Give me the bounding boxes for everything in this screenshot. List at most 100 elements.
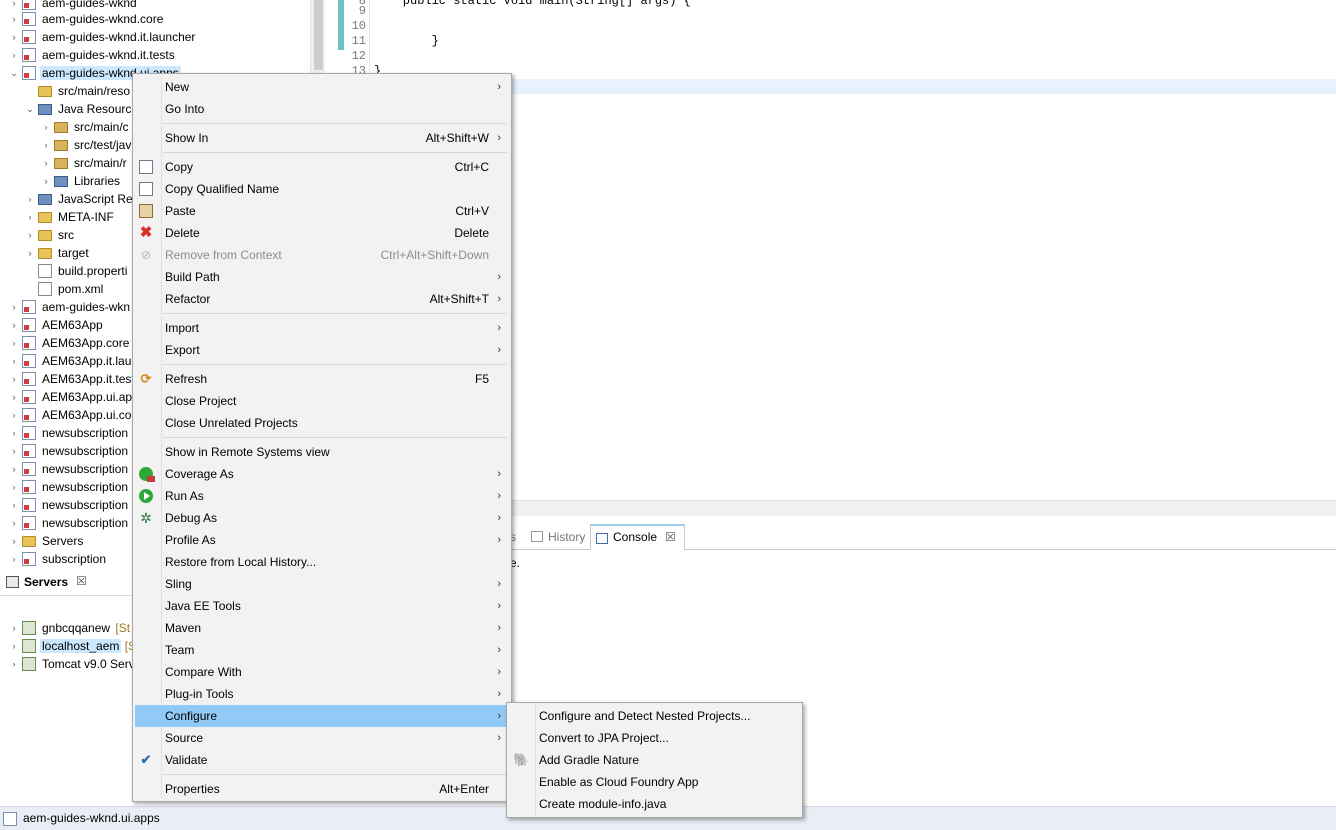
chevron-icon[interactable]: › [8,424,20,442]
tree-item[interactable]: › newsubscription [8,460,130,478]
tree-item[interactable]: › JavaScript Res [24,190,141,208]
tree-item[interactable]: › aem-guides-wknd.core [8,10,165,28]
menu-item-close-unrelated-projects[interactable]: Close Unrelated Projects [135,412,509,434]
menu-item-restore-from-local-history[interactable]: Restore from Local History... [135,551,509,573]
chevron-icon[interactable]: › [8,46,20,64]
chevron-icon[interactable]: › [8,298,20,316]
server-item[interactable]: › localhost_aem [S [8,637,136,655]
menu-item-paste[interactable]: Paste Ctrl+V [135,200,509,222]
menu-item-compare-with[interactable]: Compare With › [135,661,509,683]
menu-item-export[interactable]: Export › [135,339,509,361]
tree-item[interactable]: › newsubscription [8,514,130,532]
tree-item[interactable]: › src/main/c [40,118,131,136]
explorer-scroll-thumb[interactable] [314,0,323,70]
menu-item-debug-as[interactable]: ✲ Debug As › [135,507,509,529]
chevron-icon[interactable]: › [40,118,52,136]
tree-item[interactable]: › Servers [8,532,85,550]
chevron-icon[interactable]: › [8,370,20,388]
chevron-icon[interactable]: › [8,352,20,370]
tab-console[interactable]: Console ☒ [590,524,685,550]
tree-item[interactable]: › newsubscription [8,424,130,442]
chevron-icon[interactable]: › [8,655,20,673]
server-item[interactable]: › Tomcat v9.0 Serv [8,655,137,673]
chevron-icon[interactable]: › [8,442,20,460]
chevron-icon[interactable]: › [40,136,52,154]
chevron-icon[interactable]: › [8,637,20,655]
menu-item-copy-qualified-name[interactable]: Copy Qualified Name [135,178,509,200]
chevron-icon[interactable]: › [8,388,20,406]
menu-item-delete[interactable]: ✖ Delete Delete [135,222,509,244]
menu-item-coverage-as[interactable]: Coverage As › [135,463,509,485]
menu-item-plug-in-tools[interactable]: Plug-in Tools › [135,683,509,705]
chevron-icon[interactable]: › [8,316,20,334]
chevron-icon[interactable]: › [24,208,36,226]
menu-item-copy[interactable]: Copy Ctrl+C [135,156,509,178]
close-icon[interactable]: ☒ [76,574,87,588]
menu-item-create-module-info-java[interactable]: Create module-info.java [509,793,800,815]
menu-item-java-ee-tools[interactable]: Java EE Tools › [135,595,509,617]
chevron-icon[interactable]: ⌄ [8,64,20,82]
menu-item-profile-as[interactable]: Profile As › [135,529,509,551]
menu-item-run-as[interactable]: Run As › [135,485,509,507]
menu-item-refactor[interactable]: Refactor Alt+Shift+T › [135,288,509,310]
tree-item[interactable]: › newsubscription [8,442,130,460]
chevron-icon[interactable]: › [8,496,20,514]
tree-item[interactable]: › aem-guides-wknd.it.tests [8,46,177,64]
tree-item[interactable]: › src/test/jav [40,136,133,154]
chevron-icon[interactable]: › [8,478,20,496]
tree-item[interactable]: › AEM63App.it.lau [8,352,133,370]
tree-item[interactable]: › src [24,226,76,244]
menu-item-show-in[interactable]: Show In Alt+Shift+W › [135,127,509,149]
tree-item[interactable]: › Libraries [40,172,122,190]
tree-item[interactable]: › AEM63App.core [8,334,131,352]
menu-item-enable-as-cloud-foundry-app[interactable]: Enable as Cloud Foundry App [509,771,800,793]
close-icon[interactable]: ☒ [665,530,676,544]
tree-item[interactable]: pom.xml [24,280,105,298]
tree-item[interactable]: › aem-guides-wknd.it.launcher [8,28,197,46]
chevron-icon[interactable]: › [8,514,20,532]
menu-item-validate[interactable]: ✔ Validate [135,749,509,771]
menu-item-sling[interactable]: Sling › [135,573,509,595]
tree-item[interactable]: › AEM63App.it.test [8,370,137,388]
tree-item[interactable]: › src/main/r [40,154,129,172]
tab-s[interactable]: s [510,524,524,550]
menu-item-properties[interactable]: Properties Alt+Enter [135,778,509,800]
menu-item-go-into[interactable]: Go Into [135,98,509,120]
chevron-icon[interactable]: › [8,10,20,28]
chevron-icon[interactable]: › [24,226,36,244]
menu-item-maven[interactable]: Maven › [135,617,509,639]
chevron-icon[interactable]: › [8,619,20,637]
tab-history[interactable]: History [526,524,593,550]
tree-item[interactable]: › AEM63App.ui.co [8,406,133,424]
menu-item-configure[interactable]: Configure › [135,705,509,727]
menu-item-refresh[interactable]: ⟳ Refresh F5 [135,368,509,390]
tree-item[interactable]: ⌄ Java Resource [24,100,140,118]
chevron-icon[interactable]: › [24,190,36,208]
menu-item-configure-and-detect-nested-projects[interactable]: Configure and Detect Nested Projects... [509,705,800,727]
tree-item[interactable]: › subscription [8,550,108,566]
chevron-icon[interactable]: › [8,460,20,478]
chevron-icon[interactable]: › [8,334,20,352]
menu-item-close-project[interactable]: Close Project [135,390,509,412]
menu-item-new[interactable]: New › [135,76,509,98]
chevron-icon[interactable]: › [8,550,20,566]
tree-item[interactable]: src/main/reso [24,82,132,100]
menu-item-import[interactable]: Import › [135,317,509,339]
chevron-icon[interactable]: › [24,244,36,262]
chevron-icon[interactable]: › [40,154,52,172]
menu-item-convert-to-jpa-project[interactable]: Convert to JPA Project... [509,727,800,749]
tree-item[interactable]: › META-INF [24,208,116,226]
menu-item-source[interactable]: Source › [135,727,509,749]
tree-item[interactable]: › newsubscription [8,478,130,496]
menu-item-add-gradle-nature[interactable]: 🐘 Add Gradle Nature [509,749,800,771]
menu-item-build-path[interactable]: Build Path › [135,266,509,288]
tree-item[interactable]: › newsubscription [8,496,130,514]
chevron-icon[interactable]: › [40,172,52,190]
tree-item[interactable]: › AEM63App [8,316,105,334]
chevron-icon[interactable]: › [8,28,20,46]
tree-item[interactable]: › aem-guides-wkn [8,298,132,316]
tree-item[interactable]: build.properti [24,262,129,280]
menu-item-show-in-remote-systems-view[interactable]: Show in Remote Systems view [135,441,509,463]
tree-item[interactable]: › target [24,244,91,262]
chevron-icon[interactable]: › [8,406,20,424]
